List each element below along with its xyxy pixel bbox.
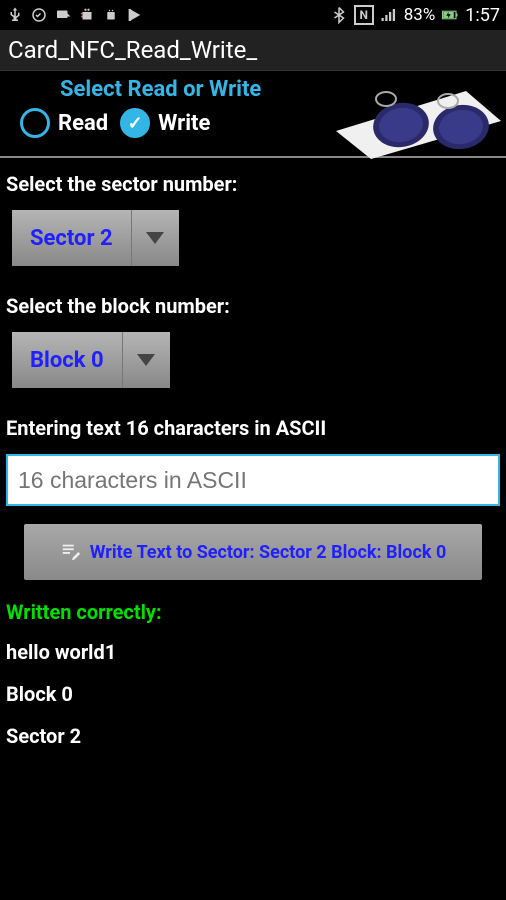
sector-spinner[interactable]: Sector 2	[12, 210, 179, 266]
result-status: Written correctly:	[0, 600, 506, 624]
write-button-label: Write Text to Sector: Sector 2 Block: Bl…	[90, 542, 447, 563]
radio-read[interactable]: Read	[20, 108, 108, 138]
app-title: Card_NFC_Read_Write_	[0, 30, 506, 71]
play-icon	[126, 6, 144, 24]
block-spinner[interactable]: Block 0	[12, 332, 170, 388]
nfc-tags-image	[326, 81, 506, 161]
radio-write-indicator	[120, 108, 150, 138]
radio-write[interactable]: Write	[120, 108, 210, 138]
block-label: Select the block number:	[0, 294, 506, 318]
input-label: Entering text 16 characters in ASCII	[0, 416, 506, 440]
notification-icon	[54, 6, 72, 24]
battery-percent: 83%	[404, 5, 436, 25]
radio-read-indicator	[20, 108, 50, 138]
radio-write-label: Write	[158, 111, 210, 136]
chevron-down-icon	[131, 210, 179, 266]
battery-icon	[441, 6, 459, 24]
debug-icon	[78, 6, 96, 24]
result-line-2: Sector 2	[0, 724, 506, 748]
write-icon	[60, 541, 82, 563]
signal-icon	[380, 6, 398, 24]
android-icon	[102, 6, 120, 24]
nfc-icon: N	[354, 5, 374, 25]
status-bar: N 83% 1:57	[0, 0, 506, 30]
bluetooth-icon	[330, 6, 348, 24]
write-button[interactable]: Write Text to Sector: Sector 2 Block: Bl…	[24, 524, 482, 580]
result-line-1: Block 0	[0, 682, 506, 706]
sector-label: Select the sector number:	[0, 172, 506, 196]
sync-icon	[30, 6, 48, 24]
usb-icon	[6, 6, 24, 24]
clock: 1:57	[465, 5, 500, 26]
header-section: Select Read or Write Read Write	[0, 71, 506, 148]
radio-read-label: Read	[58, 111, 108, 136]
chevron-down-icon	[122, 332, 170, 388]
result-line-0: hello world1	[0, 640, 506, 664]
ascii-input[interactable]	[6, 454, 500, 506]
block-value: Block 0	[12, 332, 122, 388]
sector-value: Sector 2	[12, 210, 131, 266]
